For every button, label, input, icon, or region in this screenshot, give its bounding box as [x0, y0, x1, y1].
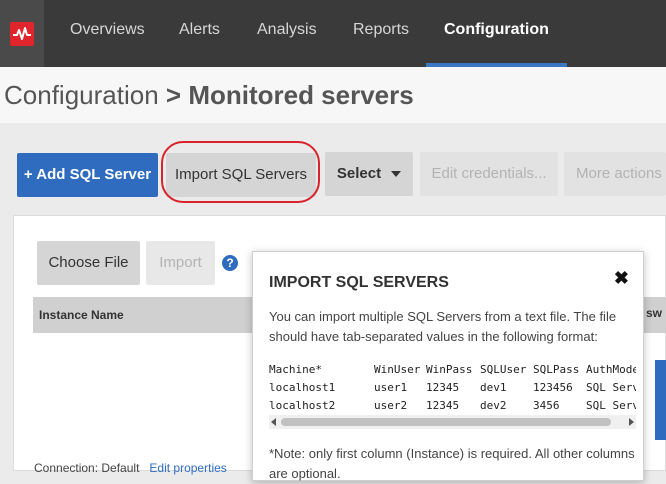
connection-footer: Connection: Default Edit properties [34, 461, 227, 475]
edit-properties-link[interactable]: Edit properties [149, 461, 226, 475]
format-cell: 3456 [533, 399, 560, 412]
column-header-instance-name[interactable]: Instance Name [39, 297, 124, 333]
more-actions-button[interactable]: More actions [564, 152, 666, 196]
connection-label: Connection: Default [34, 461, 140, 475]
format-column: WinUser [374, 363, 421, 376]
heartbeat-glyph-icon [13, 27, 31, 40]
select-label: Select [336, 165, 382, 182]
select-dropdown-button[interactable]: Select [325, 152, 413, 196]
import-sql-servers-dialog: IMPORT SQL SERVERS ✖ You can import mult… [252, 251, 644, 481]
app-logo[interactable] [0, 0, 44, 67]
highlight-annotation [161, 141, 320, 203]
format-cell: dev2 [480, 399, 507, 412]
format-cell: 12345 [426, 381, 460, 394]
scroll-right-icon[interactable] [629, 418, 634, 426]
format-cell: user1 [374, 381, 408, 394]
top-nav-bar: Overviews Alerts Analysis Reports Config… [0, 0, 666, 67]
nav-tab-overviews[interactable]: Overviews [70, 0, 145, 67]
format-cell: SQL Serv [586, 381, 636, 394]
format-column: AuthMode [586, 363, 636, 376]
help-icon[interactable]: ? [222, 255, 238, 271]
format-column: Machine* [269, 363, 322, 376]
dialog-note: *Note: only first column (Instance) is r… [269, 446, 635, 481]
format-cell: user2 [374, 399, 408, 412]
nav-tab-analysis[interactable]: Analysis [257, 0, 317, 67]
page-title: Configuration > Monitored servers [4, 80, 414, 111]
format-column: SQLPass [533, 363, 580, 376]
format-column: WinPass [426, 363, 473, 376]
scroll-left-icon[interactable] [271, 418, 276, 426]
dialog-description: You can import multiple SQL Servers from… [269, 309, 617, 344]
format-cell: SQL Serv [586, 399, 636, 412]
chevron-down-icon [391, 171, 402, 178]
close-icon[interactable]: ✖ [614, 269, 629, 287]
format-cell: dev1 [480, 381, 507, 394]
format-column: SQLUser [480, 363, 527, 376]
nav-tab-reports[interactable]: Reports [353, 0, 409, 67]
horizontal-scrollbar[interactable] [269, 415, 636, 429]
choose-file-button[interactable]: Choose File [37, 241, 140, 285]
dialog-title: IMPORT SQL SERVERS [269, 274, 449, 291]
format-cell: localhost2 [269, 399, 336, 412]
add-sql-server-button[interactable]: + Add SQL Server [17, 153, 158, 197]
nav-tab-configuration[interactable]: Configuration [426, 0, 567, 67]
breadcrumb-parent[interactable]: Configuration [4, 80, 159, 110]
format-cell: 12345 [426, 399, 460, 412]
edit-credentials-button[interactable]: Edit credentials... [420, 152, 558, 196]
scrollbar-thumb[interactable] [281, 418, 611, 426]
breadcrumb-separator: > [165, 80, 182, 110]
right-edge-button-partial[interactable] [655, 360, 666, 440]
format-cell: localhost1 [269, 381, 336, 394]
column-header-partial: sw [646, 306, 663, 320]
format-cell: 123456 [533, 381, 573, 394]
import-button[interactable]: Import [146, 241, 215, 285]
nav-tab-alerts[interactable]: Alerts [179, 0, 220, 67]
breadcrumb-current: Monitored servers [188, 80, 414, 110]
